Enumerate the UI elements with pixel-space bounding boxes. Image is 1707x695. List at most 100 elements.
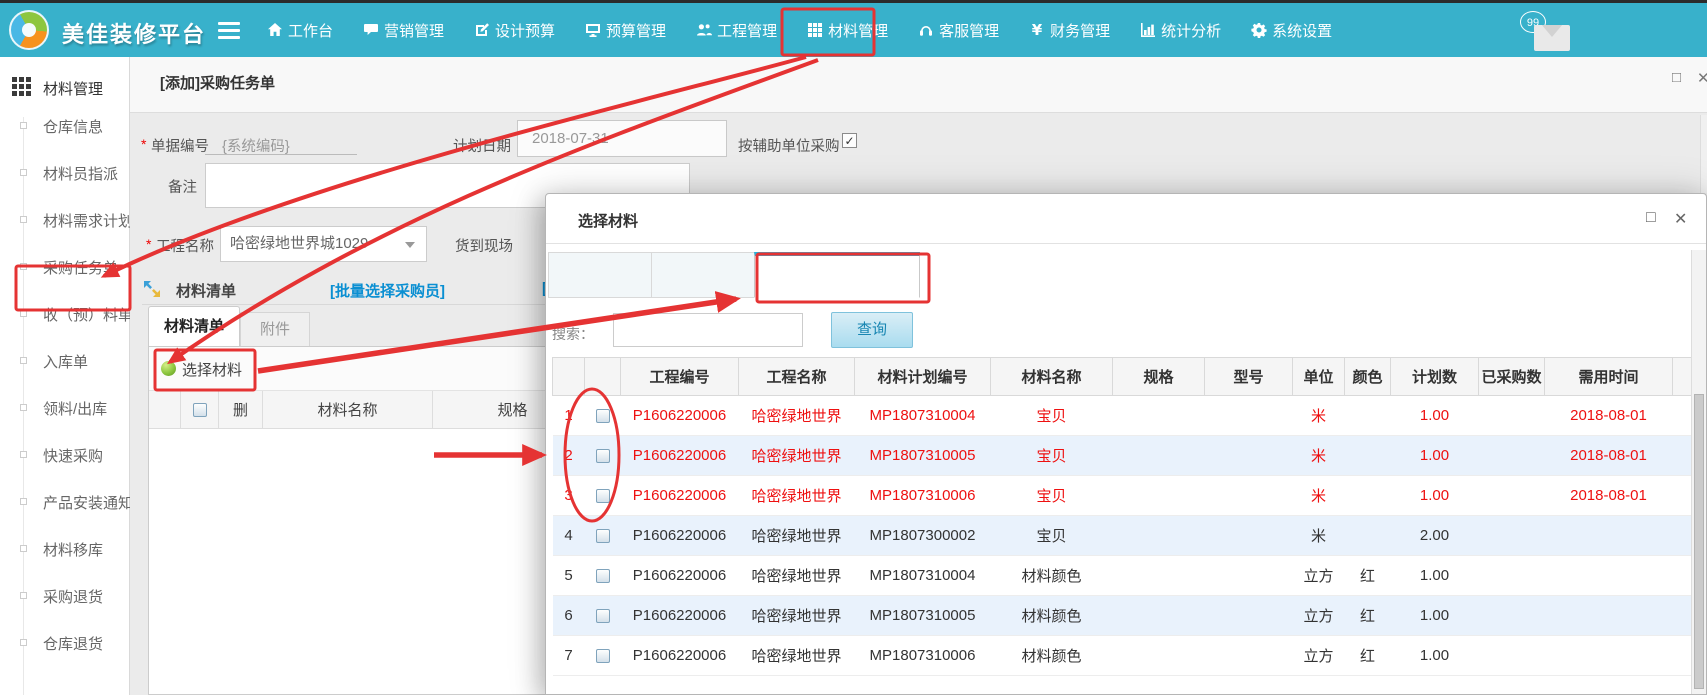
plan-date-label: 计划日期	[453, 135, 511, 156]
dialog-title: 选择材料	[578, 210, 638, 231]
sidebar-item-label: 仓库信息	[43, 116, 130, 137]
bullet-icon	[20, 310, 27, 317]
cell: 哈密绿地世界	[739, 596, 855, 636]
sidebar-item[interactable]: 仓库信息	[0, 102, 130, 149]
sidebar-item-label: 快速采购	[43, 445, 130, 466]
dialog-titlebar: 选择材料 □ ✕	[546, 194, 1706, 244]
sidebar-item[interactable]: 收（预）料单	[0, 290, 130, 337]
checkbox-cell	[585, 436, 621, 476]
nav-item[interactable]: 统计分析	[1133, 14, 1227, 47]
app-title: 美佳装修平台	[62, 17, 206, 49]
cell: 2018-08-01	[1673, 436, 1694, 476]
cell	[1205, 396, 1293, 436]
select-material-dialog: 选择材料 □ ✕ 搜索： 查询 工程编号工程名称材料计划编号材料名称规格型号单位…	[545, 193, 1707, 695]
nav-menu: 工作台 营销管理 设计预算 预算管理 工程管理 材料管理	[260, 3, 1355, 57]
column-header	[553, 358, 585, 396]
nav-item[interactable]: ¥ 财务管理	[1022, 14, 1116, 47]
cell: 1.00	[1391, 436, 1479, 476]
dialog-tab[interactable]	[754, 252, 920, 298]
sidebar-item[interactable]: 快速采购	[0, 431, 130, 478]
chat-icon	[362, 22, 379, 39]
plan-date-input[interactable]: 2018-07-31	[517, 120, 727, 157]
nav-item-label: 系统设置	[1272, 20, 1332, 41]
project-select[interactable]: 哈密绿地世界城1029	[220, 226, 427, 262]
row-checkbox[interactable]	[596, 529, 610, 543]
cell: 2018-08-01	[1673, 516, 1694, 556]
nav-item[interactable]: 客服管理	[911, 14, 1005, 47]
column-header	[585, 358, 621, 396]
dialog-scrollbar[interactable]	[1691, 250, 1706, 694]
row-checkbox[interactable]	[596, 649, 610, 663]
checkbox-cell	[585, 596, 621, 636]
sidebar-item[interactable]: 采购任务单	[0, 243, 130, 290]
nav-item[interactable]: 预算管理	[578, 14, 672, 47]
nav-item[interactable]: 营销管理	[356, 14, 450, 47]
hamburger-icon[interactable]	[218, 22, 240, 39]
cell	[1479, 396, 1545, 436]
batch-select-purchaser-link[interactable]: [批量选择采购员]	[330, 280, 445, 301]
cell	[1113, 596, 1205, 636]
aux-unit-checkbox[interactable]: ✓	[842, 133, 857, 148]
cell: P1606220006	[621, 516, 739, 556]
grid-header-spacer	[149, 391, 181, 428]
dialog-maximize-icon[interactable]: □	[1646, 209, 1656, 227]
cell	[1479, 436, 1545, 476]
monitor-icon	[584, 22, 601, 39]
sidebar-item-label: 采购退货	[43, 586, 130, 607]
cell: 哈密绿地世界	[739, 476, 855, 516]
cell	[1113, 396, 1205, 436]
nav-item[interactable]: 材料管理	[800, 14, 894, 47]
tab-attachments[interactable]: 附件	[240, 312, 310, 347]
cell: 红	[1345, 636, 1391, 676]
grid-icon	[806, 22, 823, 39]
close-icon[interactable]: ✕	[1697, 69, 1707, 87]
nav-item[interactable]: 设计预算	[467, 14, 561, 47]
scrollbar-thumb[interactable]	[1694, 394, 1704, 689]
bullet-icon	[20, 216, 27, 223]
row-checkbox[interactable]	[596, 449, 610, 463]
cell: 米	[1293, 516, 1345, 556]
sidebar-item[interactable]: 材料员指派	[0, 149, 130, 196]
dialog-tab[interactable]	[651, 252, 755, 298]
row-checkbox[interactable]	[596, 569, 610, 583]
sidebar-item[interactable]: 采购退货	[0, 572, 130, 619]
nav-item[interactable]: 工作台	[260, 14, 339, 47]
sidebar-item[interactable]: 材料需求计划单	[0, 196, 130, 243]
row-number: 6	[553, 596, 585, 636]
row-checkbox[interactable]	[596, 609, 610, 623]
nav-item[interactable]: 工程管理	[689, 14, 783, 47]
main-scrollbar[interactable]	[1700, 115, 1707, 193]
row-checkbox[interactable]	[596, 409, 610, 423]
row-number: 5	[553, 556, 585, 596]
cell: 哈密绿地世界	[739, 516, 855, 556]
select-all-checkbox[interactable]	[193, 403, 207, 417]
sidebar-item[interactable]: 产品安装通知	[0, 478, 130, 525]
cell	[1113, 556, 1205, 596]
dialog-tab[interactable]	[548, 252, 652, 298]
dialog-close-icon[interactable]: ✕	[1674, 209, 1687, 229]
cell: P1606220006	[621, 556, 739, 596]
cell	[1479, 636, 1545, 676]
tab-material-list[interactable]: 材料清单	[148, 306, 240, 347]
cell: 1.00	[1391, 636, 1479, 676]
cell	[1545, 596, 1673, 636]
nav-item[interactable]: 系统设置	[1244, 14, 1338, 47]
sidebar-item[interactable]: 材料移库	[0, 525, 130, 572]
messages-indicator[interactable]: 99	[1520, 9, 1580, 57]
sidebar-item[interactable]: 领料/出库	[0, 384, 130, 431]
query-button[interactable]: 查询	[831, 312, 913, 348]
select-material-button[interactable]: 选择材料	[182, 359, 242, 380]
checkbox-cell	[585, 636, 621, 676]
search-input[interactable]	[613, 313, 803, 347]
svg-text:¥: ¥	[1031, 22, 1042, 38]
transfer-arrows-icon[interactable]	[142, 279, 162, 299]
maximize-icon[interactable]: □	[1672, 69, 1681, 86]
sidebar-item[interactable]: 仓库退货	[0, 619, 130, 666]
cell	[1345, 396, 1391, 436]
cell	[1345, 436, 1391, 476]
bullet-icon	[20, 592, 27, 599]
cell: 材料颜色	[991, 596, 1113, 636]
order-no-input[interactable]	[205, 119, 357, 155]
row-checkbox[interactable]	[596, 489, 610, 503]
sidebar-item[interactable]: 入库单	[0, 337, 130, 384]
